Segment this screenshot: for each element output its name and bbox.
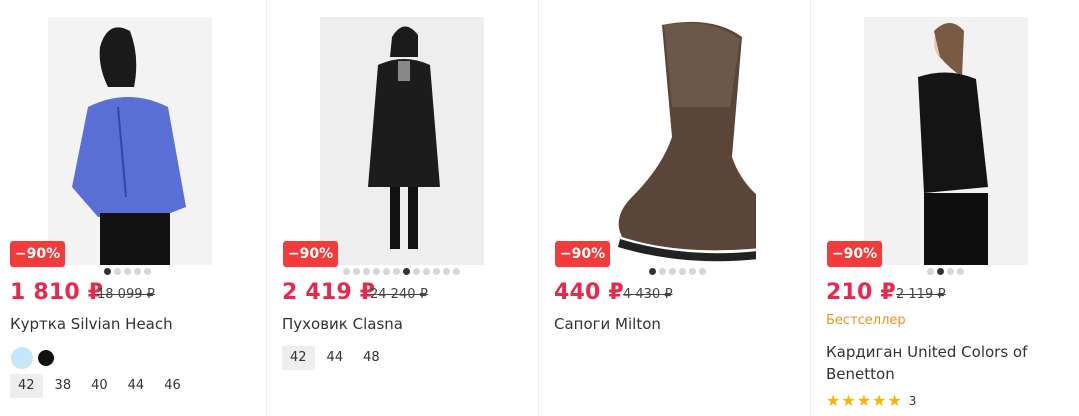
size-option[interactable]: 48 — [355, 346, 388, 370]
size-option[interactable]: 42 — [10, 374, 43, 398]
rating-count[interactable]: 3 — [909, 394, 917, 408]
gallery-dot[interactable] — [669, 268, 676, 275]
star-icon: ★ — [856, 393, 872, 410]
product-card[interactable]: −90% 440 ₽ 4 430 ₽ Сапоги Milton — [539, 0, 811, 416]
gallery-dot[interactable] — [927, 268, 934, 275]
gallery-dot[interactable] — [413, 268, 420, 275]
gallery-dot[interactable] — [689, 268, 696, 275]
discount-badge: −90% — [827, 241, 882, 267]
gallery-dot[interactable] — [114, 268, 121, 275]
discount-badge: −90% — [10, 241, 65, 267]
product-title-line: Benetton — [826, 365, 895, 383]
size-list: 42 38 40 44 46 — [10, 374, 193, 398]
gallery-dot[interactable] — [124, 268, 131, 275]
product-image[interactable] — [48, 17, 212, 265]
gallery-dot[interactable] — [144, 268, 151, 275]
old-price: 4 430 ₽ — [623, 287, 673, 302]
product-title-line: Кардиган United Colors of — [826, 343, 1028, 361]
price: 1 810 ₽ — [10, 280, 104, 305]
gallery-dot[interactable] — [649, 268, 656, 275]
gallery-dot[interactable] — [957, 268, 964, 275]
gallery-dot[interactable] — [423, 268, 430, 275]
color-swatch-black[interactable] — [38, 350, 54, 366]
star-half-icon: ★ — [887, 393, 902, 410]
gallery-dots[interactable] — [927, 268, 964, 277]
product-title[interactable]: Сапоги Milton — [554, 313, 661, 335]
gallery-dot[interactable] — [373, 268, 380, 275]
price: 210 ₽ — [826, 280, 896, 305]
old-price: 24 240 ₽ — [370, 287, 428, 302]
gallery-dot[interactable] — [433, 268, 440, 275]
price: 440 ₽ — [554, 280, 624, 305]
size-list: 42 44 48 — [282, 346, 392, 370]
gallery-dot[interactable] — [443, 268, 450, 275]
gallery-dot[interactable] — [937, 268, 944, 275]
old-price: 2 119 ₽ — [896, 287, 946, 302]
product-grid-row: −90% 1 810 ₽ 18 099 ₽ Куртка Silvian Hea… — [0, 0, 1079, 416]
bestseller-label: Бестселлер — [826, 313, 906, 328]
old-price: 18 099 ₽ — [97, 287, 155, 302]
product-title[interactable]: Кардиган United Colors of Benetton — [826, 341, 1027, 385]
rating: ★ ★ ★ ★ ★ 3 — [826, 391, 916, 411]
product-image[interactable] — [592, 17, 756, 265]
gallery-dot[interactable] — [383, 268, 390, 275]
gallery-dot[interactable] — [403, 268, 410, 275]
gallery-dot[interactable] — [699, 268, 706, 275]
gallery-dot[interactable] — [134, 268, 141, 275]
star-icon: ★ — [826, 393, 841, 410]
gallery-dot[interactable] — [353, 268, 360, 275]
product-card[interactable]: −90% 210 ₽ 2 119 ₽ Бестселлер Кардиган U… — [811, 0, 1079, 416]
size-option[interactable]: 44 — [319, 346, 352, 370]
product-image[interactable] — [864, 17, 1028, 265]
product-image[interactable] — [320, 17, 484, 265]
discount-badge: −90% — [555, 241, 610, 267]
star-icon: ★ — [841, 393, 856, 410]
star-icon: ★ — [872, 393, 887, 410]
gallery-dot[interactable] — [363, 268, 370, 275]
gallery-dot[interactable] — [343, 268, 350, 275]
gallery-dot[interactable] — [659, 268, 666, 275]
discount-badge: −90% — [283, 241, 338, 267]
product-card[interactable]: −90% 1 810 ₽ 18 099 ₽ Куртка Silvian Hea… — [0, 0, 267, 416]
gallery-dot[interactable] — [393, 268, 400, 275]
gallery-dots[interactable] — [649, 268, 706, 277]
product-card[interactable]: −90% 2 419 ₽ 24 240 ₽ Пуховик Clasna 42 … — [267, 0, 539, 416]
gallery-dot[interactable] — [453, 268, 460, 275]
size-option[interactable]: 40 — [83, 374, 116, 398]
size-option[interactable]: 44 — [120, 374, 153, 398]
gallery-dots[interactable] — [343, 268, 460, 277]
gallery-dot[interactable] — [679, 268, 686, 275]
size-option[interactable]: 46 — [156, 374, 189, 398]
price: 2 419 ₽ — [282, 280, 376, 305]
size-option[interactable]: 42 — [282, 346, 315, 370]
product-title[interactable]: Куртка Silvian Heach — [10, 313, 173, 335]
size-option[interactable]: 38 — [47, 374, 80, 398]
product-title[interactable]: Пуховик Clasna — [282, 313, 403, 335]
gallery-dot[interactable] — [947, 268, 954, 275]
color-swatch-light-blue[interactable] — [11, 347, 33, 369]
gallery-dots[interactable] — [104, 268, 151, 277]
gallery-dot[interactable] — [104, 268, 111, 275]
